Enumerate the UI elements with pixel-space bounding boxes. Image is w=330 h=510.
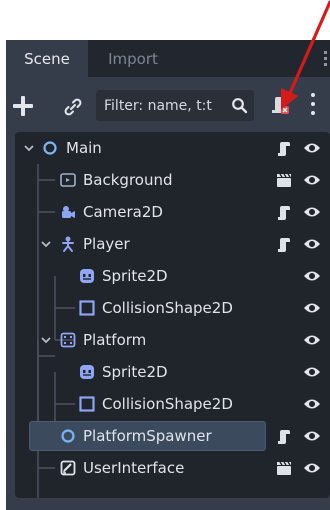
scene-tree: Main Background Camera2D Player Sprite2D…: [15, 132, 330, 498]
script-icon[interactable]: [275, 203, 293, 221]
visibility-eye-icon[interactable]: [303, 461, 321, 475]
tab-import[interactable]: Import: [88, 40, 178, 77]
visibility-eye-icon[interactable]: [303, 333, 321, 347]
open-scene-icon[interactable]: [275, 171, 293, 189]
visibility-eye-icon[interactable]: [303, 205, 321, 219]
visibility-eye-icon[interactable]: [303, 269, 321, 283]
tree-row-platform-sprite2d[interactable]: Sprite2D: [15, 356, 330, 388]
collision-shape-icon: [79, 396, 95, 412]
search-icon: [232, 98, 248, 114]
visibility-eye-icon[interactable]: [303, 397, 321, 411]
control-icon: [60, 460, 76, 476]
tree-row-platformspawner[interactable]: PlatformSpawner: [15, 420, 330, 452]
script-icon[interactable]: [275, 427, 293, 445]
script-filter-icon: [272, 97, 289, 114]
script-icon[interactable]: [275, 235, 293, 253]
node-label: Sprite2D: [102, 363, 168, 381]
camera-icon: [62, 206, 75, 218]
script-icon[interactable]: [275, 139, 293, 157]
visibility-eye-icon[interactable]: [303, 173, 321, 187]
more-options-button[interactable]: [309, 93, 317, 119]
tab-scene[interactable]: Scene: [6, 40, 88, 77]
collision-shape-icon: [79, 300, 95, 316]
visibility-eye-icon[interactable]: [303, 301, 321, 315]
scene-dock: Scene Import Filter: name, t:t Main Back…: [6, 40, 330, 510]
script-filter-button[interactable]: [268, 93, 292, 117]
visibility-eye-icon[interactable]: [303, 365, 321, 379]
node-label: UserInterface: [83, 459, 185, 477]
tree-row-main[interactable]: Main: [15, 132, 330, 164]
node-label: PlatformSpawner: [83, 427, 212, 445]
sprite-icon: [80, 365, 94, 379]
tree-row-player-sprite2d[interactable]: Sprite2D: [15, 260, 330, 292]
sprite-icon: [80, 269, 94, 283]
tree-row-userinterface[interactable]: UserInterface: [15, 452, 330, 484]
scene-toolbar: [6, 77, 330, 133]
chevron-down-icon[interactable]: [21, 140, 37, 156]
tree-row-camera2d[interactable]: Camera2D: [15, 196, 330, 228]
node-label: Background: [83, 171, 173, 189]
tree-row-player-collisionshape2d[interactable]: CollisionShape2D: [15, 292, 330, 324]
chevron-down-icon[interactable]: [38, 332, 54, 348]
node-label: Sprite2D: [102, 267, 168, 285]
filter-field[interactable]: [96, 90, 254, 121]
node-circle-icon: [61, 429, 75, 443]
node-label: Player: [83, 235, 130, 253]
node-label: CollisionShape2D: [102, 299, 233, 317]
add-node-button[interactable]: [12, 95, 34, 117]
open-scene-icon[interactable]: [275, 459, 293, 477]
node-label: Platform: [83, 331, 147, 349]
tree-row-platform[interactable]: Platform: [15, 324, 330, 356]
tab-options-icon[interactable]: [324, 51, 328, 69]
visibility-eye-icon[interactable]: [303, 429, 321, 443]
dock-tab-bar: Scene Import: [6, 40, 330, 77]
tree-row-player[interactable]: Player: [15, 228, 330, 260]
node-label: CollisionShape2D: [102, 395, 233, 413]
parallax-background-icon: [60, 173, 76, 187]
chevron-down-icon[interactable]: [38, 236, 54, 252]
node-circle-icon: [43, 141, 57, 155]
static-body-icon: [60, 332, 76, 348]
instance-scene-button[interactable]: [62, 96, 84, 118]
filter-input[interactable]: [104, 90, 220, 121]
tree-row-platform-collisionshape2d[interactable]: CollisionShape2D: [15, 388, 330, 420]
node-label: Main: [66, 139, 102, 157]
link-icon: [64, 98, 82, 116]
tree-row-background[interactable]: Background: [15, 164, 330, 196]
visibility-eye-icon[interactable]: [303, 237, 321, 251]
character-body-icon: [62, 236, 74, 252]
node-label: Camera2D: [83, 203, 163, 221]
visibility-eye-icon[interactable]: [303, 141, 321, 155]
